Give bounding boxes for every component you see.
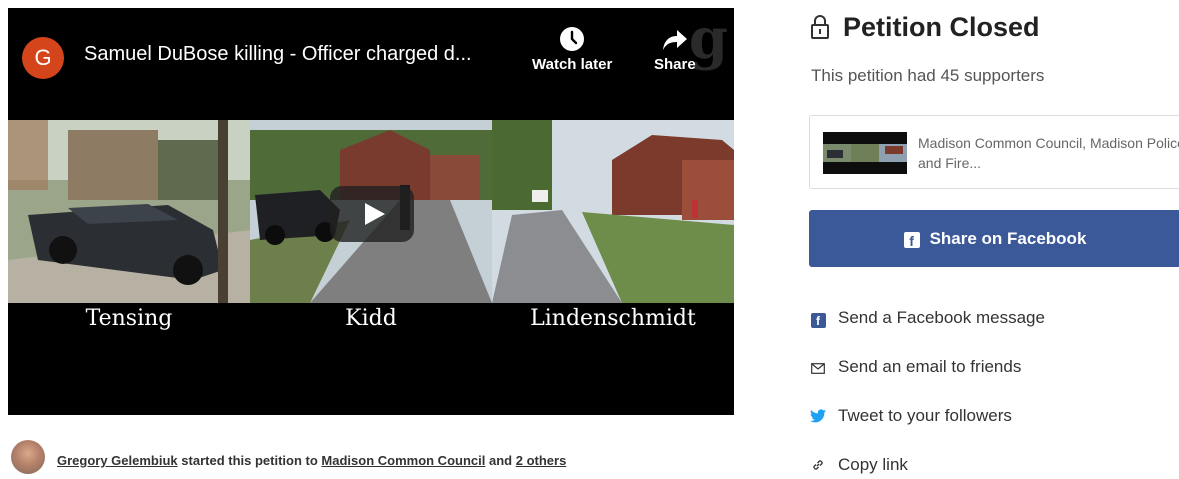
send-email-link[interactable]: Send an email to friends — [809, 355, 1021, 379]
send-email-label: Send an email to friends — [838, 357, 1022, 376]
copy-link-button[interactable]: Copy link — [809, 453, 908, 477]
others-link[interactable]: 2 others — [516, 453, 567, 468]
video-header: G Samuel DuBose killing - Officer charge… — [8, 8, 734, 120]
tweet-label: Tweet to your followers — [838, 406, 1012, 425]
status-title-text: Petition Closed — [843, 12, 1040, 42]
copy-link-label: Copy link — [838, 455, 908, 474]
send-facebook-message-label: Send a Facebook message — [838, 308, 1045, 327]
share-on-facebook-button[interactable]: f Share on Facebook — [809, 210, 1179, 267]
twitter-icon — [809, 406, 827, 430]
play-button[interactable] — [330, 186, 414, 242]
share-video-label: Share — [654, 56, 696, 73]
share-arrow-icon — [662, 30, 687, 50]
bodycam-scene-3 — [492, 120, 734, 303]
link-icon — [809, 455, 827, 479]
author-avatar[interactable] — [11, 440, 45, 474]
target-thumbnail — [823, 132, 907, 174]
watch-later-label: Watch later — [532, 56, 613, 73]
facebook-icon: f — [809, 308, 827, 332]
target-thumbnail-image — [823, 132, 907, 174]
channel-avatar[interactable]: G — [22, 37, 64, 79]
lock-icon — [811, 15, 829, 39]
target-card-text: Madison Common Council, Madison Police a… — [918, 135, 1179, 171]
facebook-icon: f — [903, 232, 920, 249]
petition-target-card[interactable]: Madison Common Council, Madison Police a… — [809, 115, 1179, 189]
target-link[interactable]: Madison Common Council — [321, 453, 485, 468]
author-and-text: and — [488, 453, 513, 468]
video-frame-panel-3 — [492, 120, 734, 303]
video-title[interactable]: Samuel DuBose killing - Officer charged … — [84, 43, 472, 66]
email-icon — [809, 357, 827, 381]
author-middle-text: started this petition to — [181, 453, 318, 468]
send-facebook-message-link[interactable]: f Send a Facebook message — [809, 306, 1045, 330]
share-video-button[interactable]: Share — [654, 26, 696, 73]
share-on-facebook-label: Share on Facebook — [929, 229, 1087, 248]
video-frame-panel-1 — [8, 120, 250, 303]
panel-caption-3: Lindenschmidt — [530, 306, 696, 331]
video-player[interactable]: G Samuel DuBose killing - Officer charge… — [8, 8, 734, 415]
petition-status-title: Petition Closed — [811, 12, 1040, 43]
clock-icon — [560, 27, 585, 51]
bodycam-scene-1 — [8, 120, 250, 303]
author-name-link[interactable]: Gregory Gelembiuk — [57, 453, 178, 468]
panel-caption-2: Kidd — [345, 306, 397, 331]
petition-author-line: Gregory Gelembiuk started this petition … — [57, 453, 566, 468]
tweet-link[interactable]: Tweet to your followers — [809, 404, 1012, 428]
panel-caption-1: Tensing — [85, 306, 173, 331]
supporters-count: This petition had 45 supporters — [811, 66, 1045, 85]
watch-later-button[interactable]: Watch later — [532, 26, 612, 73]
